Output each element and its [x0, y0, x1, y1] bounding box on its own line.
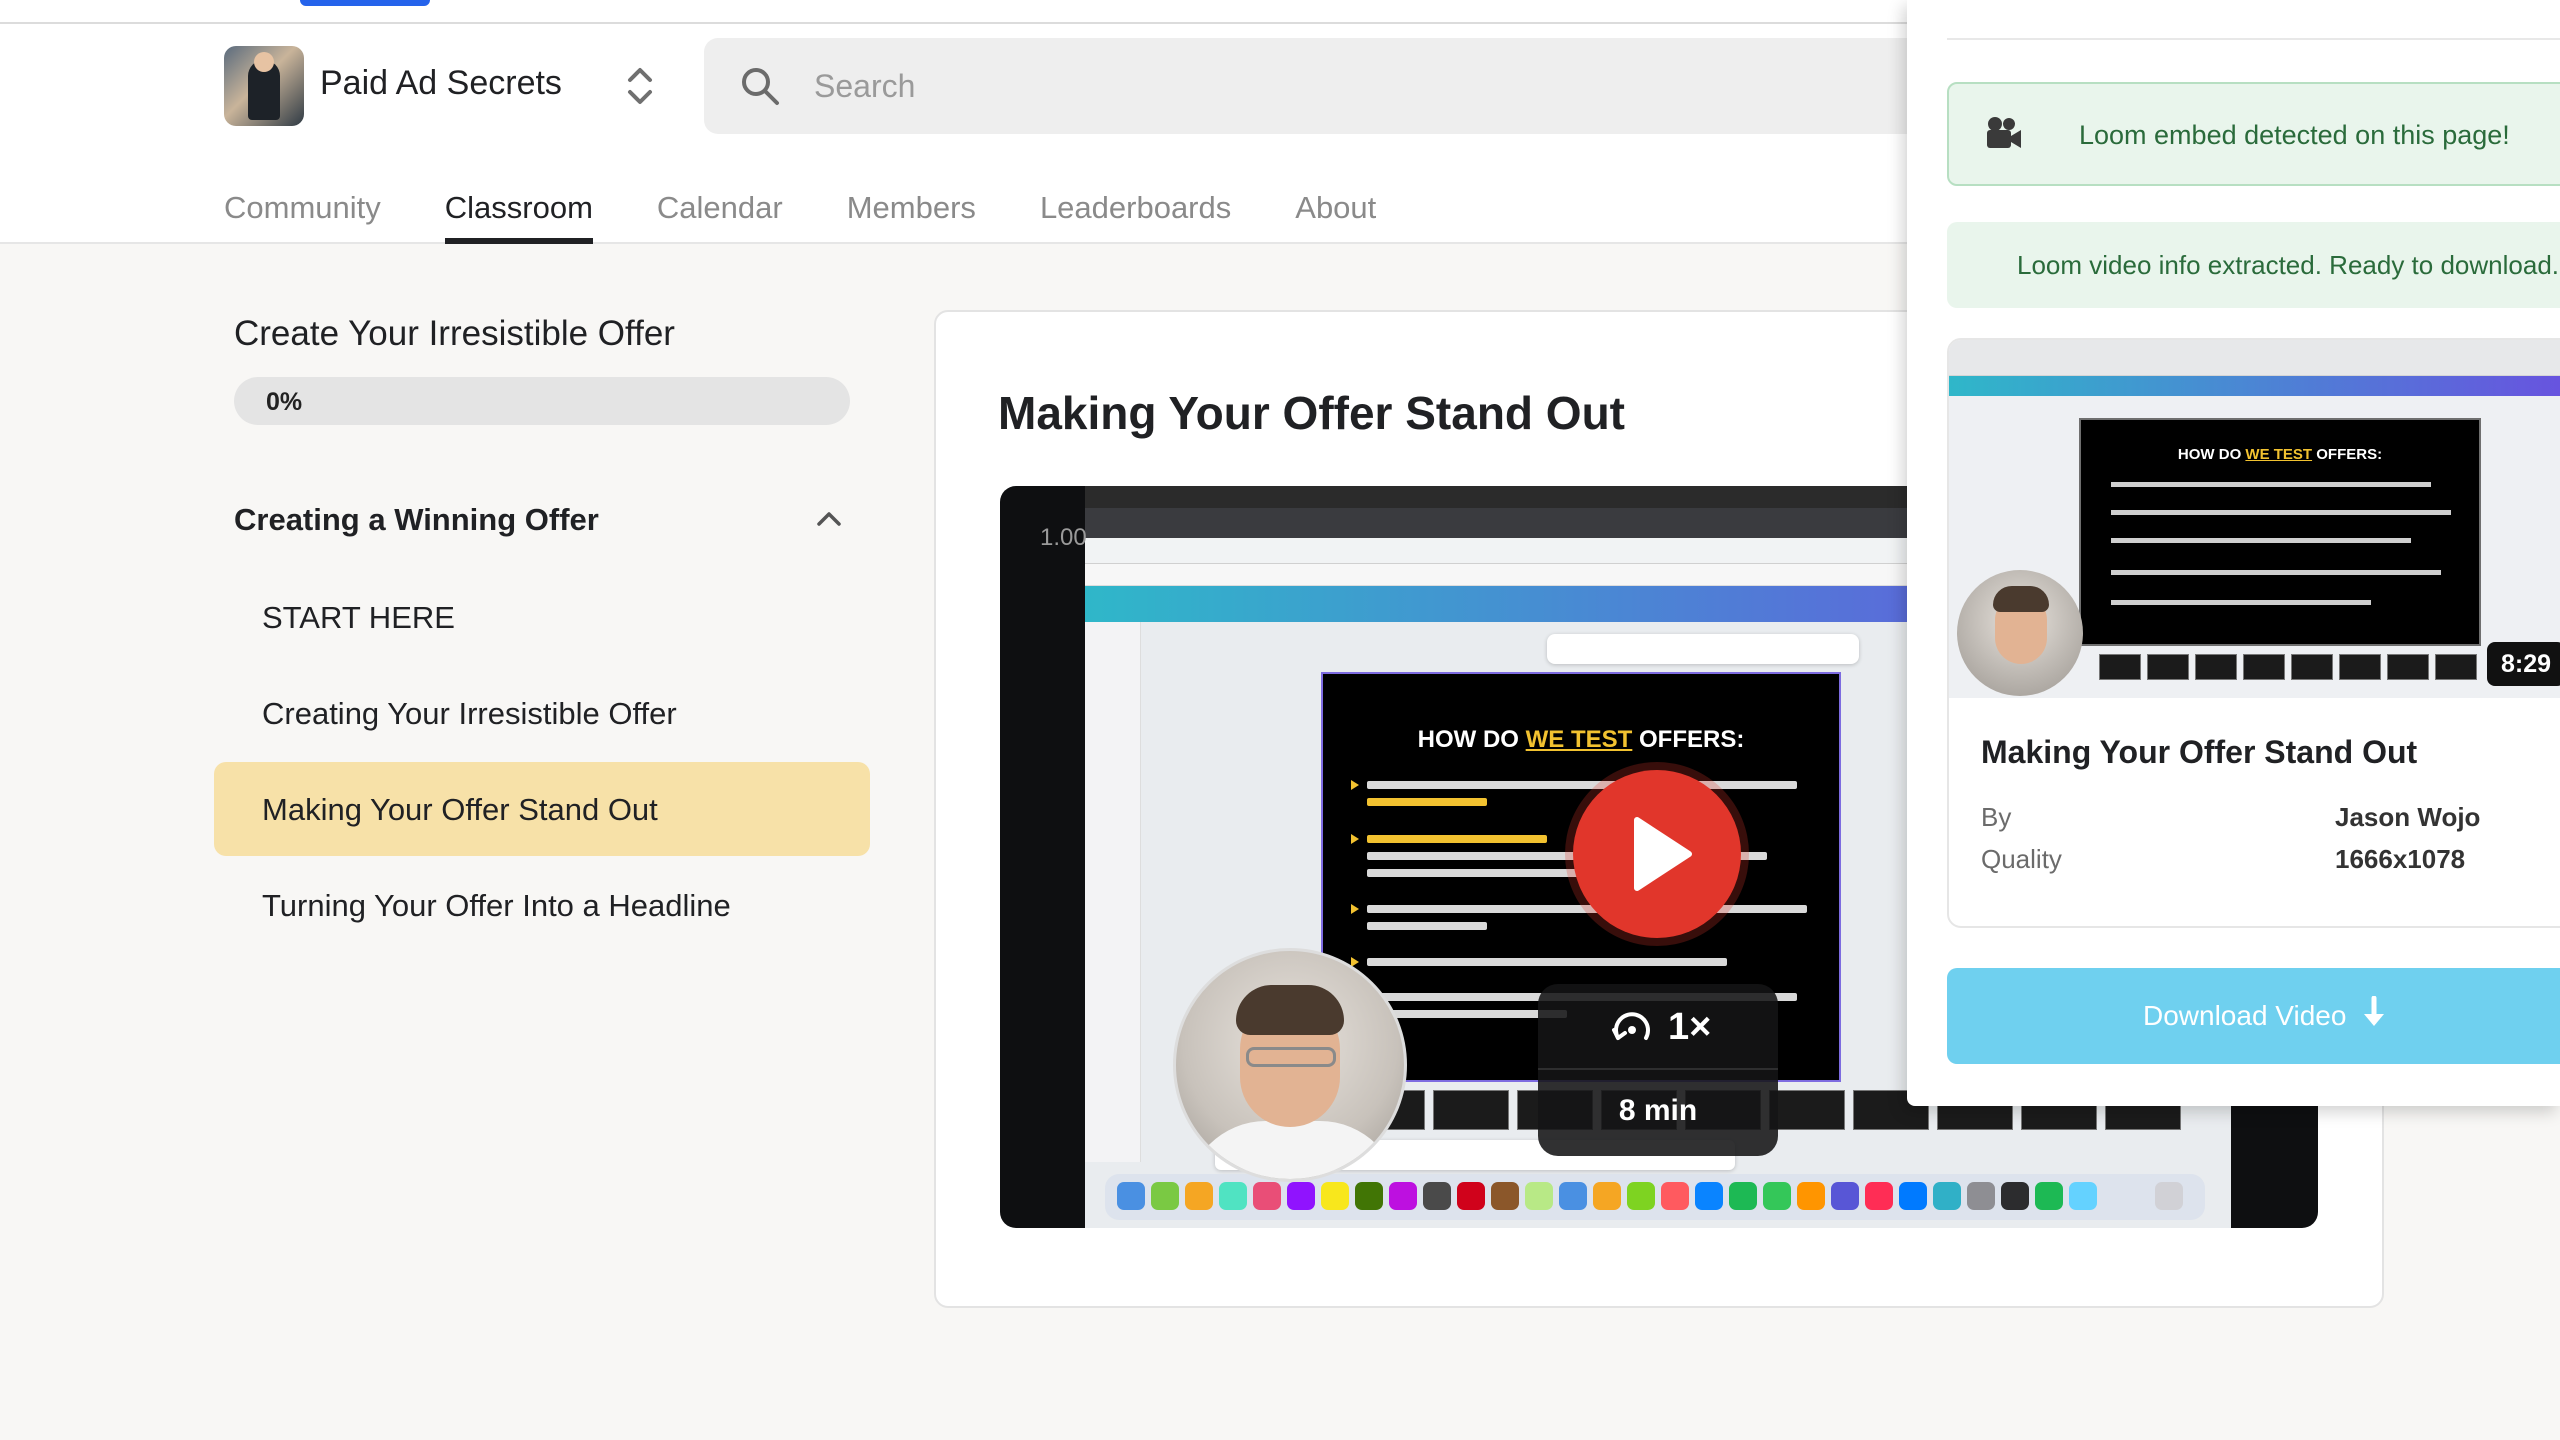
download-video-button[interactable]: Download Video	[1947, 968, 2560, 1064]
presenter-camera-bubble	[1173, 948, 1407, 1182]
presenter-glasses	[1246, 1047, 1336, 1067]
quality-label: Quality	[1981, 844, 2062, 874]
presenter-shirt	[1186, 1121, 1400, 1179]
thumb-line	[2111, 482, 2431, 487]
playback-speed-button[interactable]: 1×	[1538, 984, 1778, 1070]
tab-leaderboards[interactable]: Leaderboards	[1040, 164, 1231, 244]
community-name[interactable]: Paid Ad Secrets	[320, 64, 562, 103]
community-logo[interactable]	[224, 46, 304, 126]
lesson-start-here[interactable]: START HERE	[214, 570, 870, 664]
slide-bullet	[1351, 904, 1359, 914]
chevron-updown-icon[interactable]	[618, 60, 662, 112]
info-extracted-text: Loom video info extracted. Ready to down…	[2017, 250, 2560, 280]
quality-value: 1666x1078	[2335, 844, 2466, 874]
thumb-slide: HOW DO WE TEST OFFERS:	[2079, 418, 2481, 646]
video-thumbnail[interactable]: HOW DO WE TEST OFFERS: 8:29	[1949, 340, 2560, 698]
tab-about[interactable]: About	[1295, 164, 1376, 244]
thumb-heading-post: OFFERS:	[2312, 446, 2383, 463]
thumb-browser-bar	[1949, 340, 2560, 376]
browser-tab-indicator	[300, 0, 430, 6]
video-canva-toolpill	[1547, 634, 1859, 664]
play-button[interactable]	[1573, 770, 1741, 938]
tab-classroom[interactable]: Classroom	[444, 164, 594, 244]
course-title: Create Your Irresistible Offer	[234, 314, 675, 353]
module-title[interactable]: Creating a Winning Offer	[234, 502, 599, 538]
search-icon	[740, 66, 780, 106]
slide-text-line	[1367, 781, 1797, 789]
thumb-canva-bar	[1949, 376, 2560, 396]
movie-camera-icon	[1983, 114, 2023, 154]
thumb-line	[2111, 538, 2411, 543]
progress-label: 0%	[266, 388, 303, 416]
author-label: By	[1981, 802, 2012, 832]
tab-calendar[interactable]: Calendar	[657, 164, 783, 244]
tab-community[interactable]: Community	[224, 164, 381, 244]
popup-divider	[1947, 38, 2560, 40]
slide-heading: HOW DO WE TEST OFFERS:	[1323, 726, 1839, 754]
search-bar[interactable]	[704, 38, 2004, 134]
nav-tabs: Community Classroom Calendar Members Lea…	[224, 164, 1440, 244]
lesson-title: Making Your Offer Stand Out	[998, 387, 1625, 439]
slide-text-line	[1367, 798, 1487, 806]
download-arrow-icon	[2364, 996, 2384, 1026]
video-mac-dock	[1105, 1174, 2205, 1220]
loom-downloader-popup: Loom embed detected on this page! Loom v…	[1907, 0, 2560, 1106]
video-canva-sidebar	[1085, 622, 1141, 1162]
tab-members[interactable]: Members	[847, 164, 976, 244]
slide-text-line	[1367, 835, 1547, 843]
speed-overlay-label: 1.00	[1040, 524, 1087, 551]
thumb-slide-heading: HOW DO WE TEST OFFERS:	[2081, 446, 2479, 463]
logo-head	[254, 52, 274, 72]
video-length: 8 min	[1618, 1094, 1698, 1127]
thumb-presenter	[1957, 570, 2083, 696]
presenter-hair	[1236, 985, 1344, 1035]
embed-detected-alert: Loom embed detected on this page!	[1947, 82, 2560, 186]
slide-bullet	[1351, 780, 1359, 790]
slide-text-line	[1367, 922, 1487, 930]
thumb-line	[2111, 600, 2371, 605]
thumb-presenter-hair	[1993, 586, 2049, 612]
download-video-label: Download Video	[2143, 1000, 2347, 1031]
thumb-heading-highlight: WE TEST	[2245, 446, 2313, 463]
speed-icon	[1610, 1008, 1654, 1053]
slide-text-line	[1367, 905, 1807, 913]
thumb-line	[2111, 510, 2451, 515]
course-progress-bar: 0%	[234, 377, 850, 425]
thumb-heading-pre: HOW DO	[2177, 446, 2246, 463]
lesson-making-offer-stand-out[interactable]: Making Your Offer Stand Out	[214, 762, 870, 856]
slide-heading-highlight: WE TEST	[1525, 726, 1633, 753]
slide-heading-pre: HOW DO	[1417, 726, 1526, 753]
playback-info-panel: 1× 8 min	[1538, 984, 1778, 1156]
slide-bullet	[1351, 834, 1359, 844]
lesson-turning-offer-into-headline[interactable]: Turning Your Offer Into a Headline	[214, 858, 870, 952]
video-info-card: HOW DO WE TEST OFFERS: 8:29 Making Your …	[1947, 338, 2560, 928]
slide-text-line	[1367, 958, 1727, 966]
thumb-line	[2111, 570, 2441, 575]
author-value: Jason Wojo	[2335, 802, 2481, 832]
slide-heading-post: OFFERS:	[1632, 726, 1745, 753]
lesson-creating-irresistible-offer[interactable]: Creating Your Irresistible Offer	[214, 666, 870, 760]
search-input[interactable]	[814, 56, 1814, 116]
play-icon	[1634, 817, 1692, 891]
playback-rate: 1×	[1668, 1006, 1712, 1048]
info-extracted-alert: Loom video info extracted. Ready to down…	[1947, 222, 2560, 308]
video-title: Making Your Offer Stand Out	[1981, 734, 2418, 770]
video-duration-badge: 8:29	[2487, 642, 2560, 686]
chevron-up-icon[interactable]	[812, 502, 846, 536]
embed-detected-text: Loom embed detected on this page!	[2079, 120, 2510, 150]
